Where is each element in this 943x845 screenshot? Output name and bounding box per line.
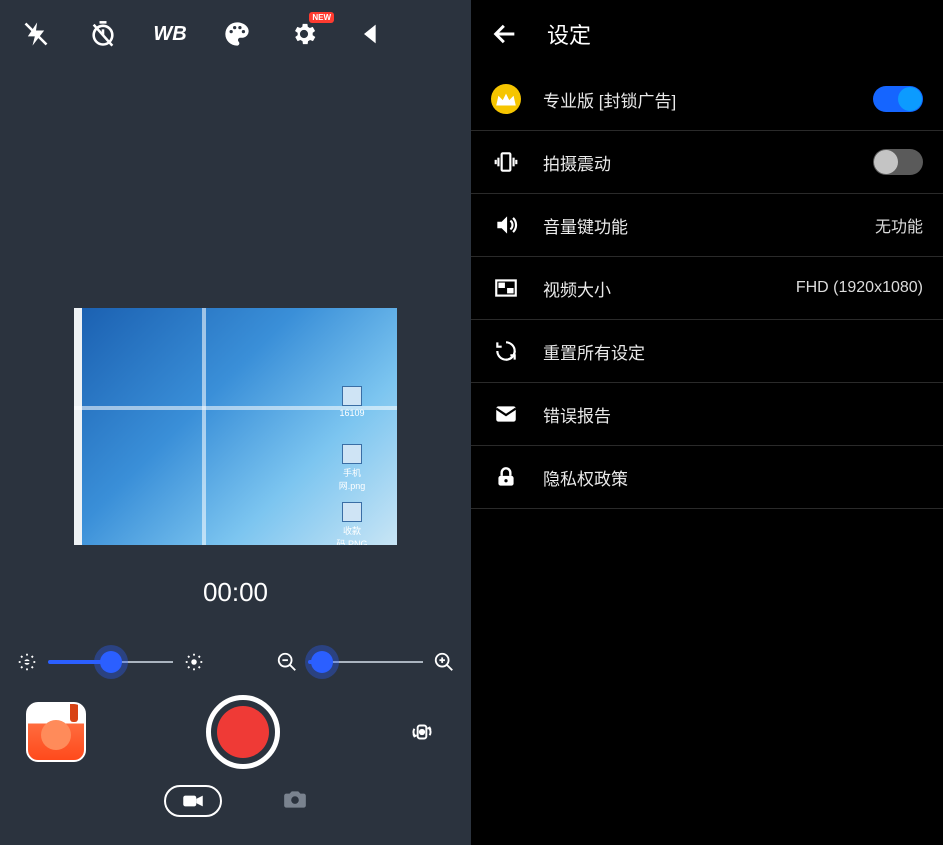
gallery-thumbnail[interactable] xyxy=(26,702,86,762)
settings-title: 设定 xyxy=(547,18,591,50)
zoom-out-icon[interactable] xyxy=(274,649,300,675)
mail-icon xyxy=(491,399,521,429)
setting-label: 视频大小 xyxy=(543,276,774,301)
camera-panel: WB NEW 16109 手机网.png 收款码.PNG 00:00 xyxy=(0,0,471,845)
brightness-up-icon[interactable] xyxy=(181,649,207,675)
mode-switch xyxy=(164,785,308,817)
lock-icon xyxy=(491,462,521,492)
zoom-slider[interactable] xyxy=(274,649,457,675)
sliders-row xyxy=(0,629,471,695)
setting-label: 隐私权政策 xyxy=(543,465,923,490)
setting-bug-report[interactable]: 错误报告 xyxy=(471,383,943,446)
setting-privacy[interactable]: 隐私权政策 xyxy=(471,446,943,509)
toggle-vibrate[interactable] xyxy=(873,149,923,175)
settings-header: 设定 xyxy=(471,0,943,68)
setting-label: 重置所有设定 xyxy=(543,339,923,364)
white-balance-icon[interactable]: WB xyxy=(154,18,186,50)
bottom-controls xyxy=(0,695,471,845)
setting-label: 错误报告 xyxy=(543,402,923,427)
setting-label: 音量键功能 xyxy=(543,213,853,238)
camera-top-toolbar: WB NEW xyxy=(0,0,471,68)
timer-off-icon[interactable] xyxy=(87,18,119,50)
flash-off-icon[interactable] xyxy=(20,18,52,50)
setting-reset[interactable]: 重置所有设定 xyxy=(471,320,943,383)
reset-icon xyxy=(491,336,521,366)
setting-label: 拍摄震动 xyxy=(543,150,851,175)
toggle-pro[interactable] xyxy=(873,86,923,112)
recording-timer: 00:00 xyxy=(203,577,268,608)
desktop-file-label: 收款码.PNG xyxy=(332,524,372,545)
brightness-slider[interactable] xyxy=(14,649,207,675)
settings-list: 专业版 [封锁广告] 拍摄震动 音量键功能 无功能 视频大小 FHD (1920… xyxy=(471,68,943,509)
setting-volume-key[interactable]: 音量键功能 无功能 xyxy=(471,194,943,257)
zoom-in-icon[interactable] xyxy=(431,649,457,675)
viewfinder-area: 16109 手机网.png 收款码.PNG 00:00 xyxy=(0,68,471,629)
desktop-file-label: 16109 xyxy=(339,408,364,418)
volume-icon xyxy=(491,210,521,240)
aspect-ratio-icon xyxy=(491,273,521,303)
setting-value: FHD (1920x1080) xyxy=(796,279,923,297)
record-button[interactable] xyxy=(206,695,280,769)
photo-mode-button[interactable] xyxy=(282,786,308,817)
setting-pro[interactable]: 专业版 [封锁广告] xyxy=(471,68,943,131)
setting-vibrate[interactable]: 拍摄震动 xyxy=(471,131,943,194)
camera-viewfinder[interactable]: 16109 手机网.png 收款码.PNG xyxy=(74,308,397,545)
new-badge: NEW xyxy=(309,12,334,23)
vibration-icon xyxy=(491,147,521,177)
setting-video-size[interactable]: 视频大小 FHD (1920x1080) xyxy=(471,257,943,320)
flip-camera-icon[interactable] xyxy=(399,709,445,755)
brightness-down-icon[interactable] xyxy=(14,649,40,675)
setting-label: 专业版 [封锁广告] xyxy=(543,87,851,112)
desktop-file-label: 手机网.png xyxy=(332,466,372,492)
back-icon[interactable] xyxy=(491,20,519,48)
collapse-left-icon[interactable] xyxy=(355,18,387,50)
settings-panel: 设定 专业版 [封锁广告] 拍摄震动 音量键功能 无功能 xyxy=(471,0,943,845)
setting-value: 无功能 xyxy=(875,213,923,237)
settings-icon[interactable]: NEW xyxy=(288,18,320,50)
palette-icon[interactable] xyxy=(221,18,253,50)
crown-icon xyxy=(491,84,521,114)
video-mode-button[interactable] xyxy=(164,785,222,817)
